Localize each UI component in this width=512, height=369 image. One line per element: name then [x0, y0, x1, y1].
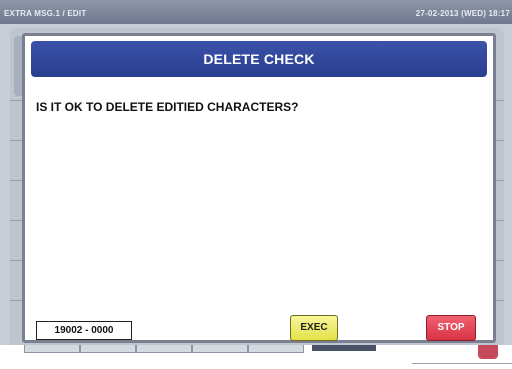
stop-button[interactable]: STOP — [426, 315, 476, 341]
bottom-tab — [80, 345, 136, 353]
bottom-tabs — [0, 345, 512, 369]
delete-check-dialog: DELETE CHECK IS IT OK TO DELETE EDITIED … — [22, 33, 496, 343]
bottom-tab — [192, 345, 248, 353]
divider — [412, 363, 512, 364]
bottom-tab — [24, 345, 80, 353]
bottom-tab — [248, 345, 304, 353]
dialog-message: IS IT OK TO DELETE EDITIED CHARACTERS? — [36, 100, 299, 114]
code-display: 19002 - 0000 — [36, 321, 132, 340]
bottom-tab-active — [312, 345, 376, 351]
bottom-red-button — [478, 345, 498, 359]
dialog-title: DELETE CHECK — [31, 41, 487, 77]
bottom-tab — [136, 345, 192, 353]
app-screen: EXTRA MSG.1 / EDIT 27-02-2013 (WED) 18:1… — [0, 0, 512, 369]
screen-title: EXTRA MSG.1 / EDIT — [4, 9, 87, 18]
exec-button[interactable]: EXEC — [290, 315, 338, 341]
title-bar: EXTRA MSG.1 / EDIT 27-02-2013 (WED) 18:1… — [0, 0, 512, 24]
date-time: 27-02-2013 (WED) 18:17 — [415, 9, 510, 18]
